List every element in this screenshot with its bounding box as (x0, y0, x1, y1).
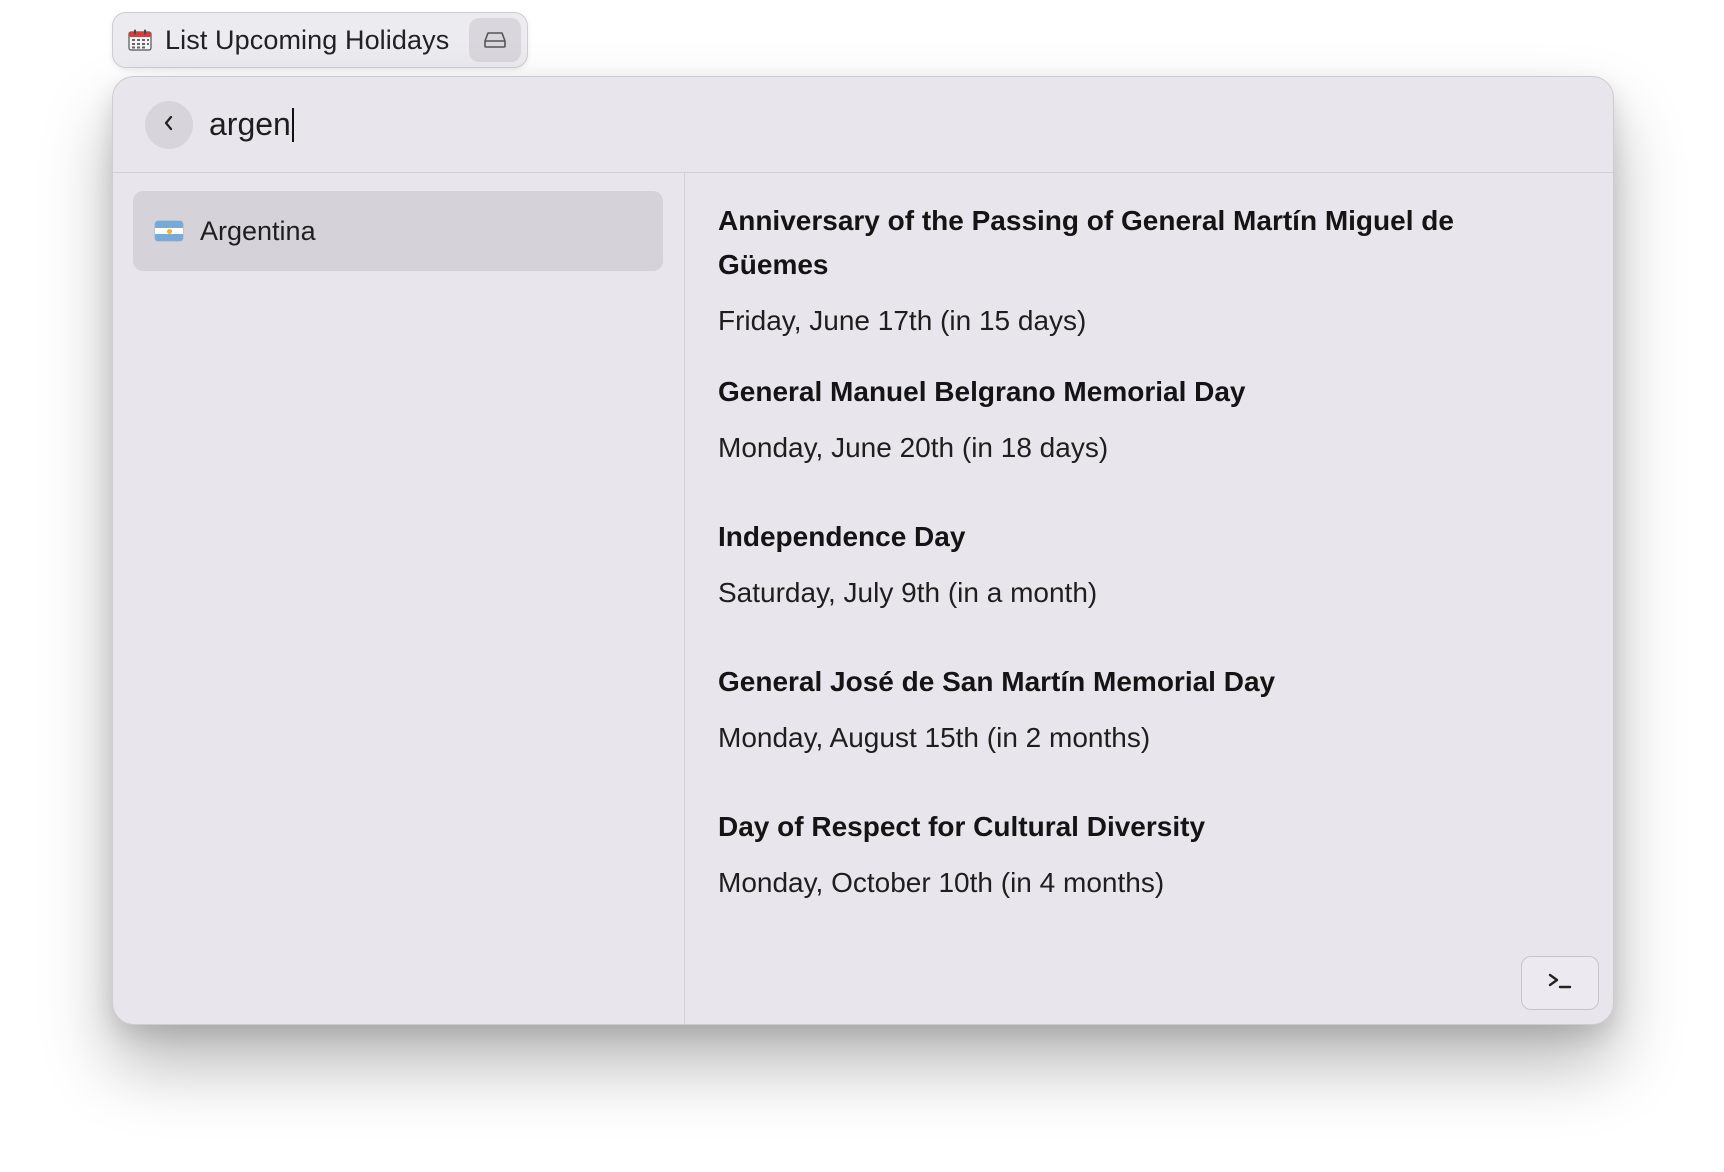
calendar-icon (127, 28, 153, 52)
back-button[interactable] (145, 101, 193, 149)
holiday-entry: General Manuel Belgrano Memorial Day Mon… (718, 370, 1538, 466)
holiday-name: Day of Respect for Cultural Diversity (718, 811, 1206, 842)
holiday-date: Monday, August 15th (in 2 months) (718, 722, 1151, 753)
text-caret (291, 107, 294, 142)
search-bar: argen (113, 77, 1613, 173)
tab-title: List Upcoming Holidays (165, 24, 450, 55)
argentina-flag-icon (155, 221, 183, 241)
holiday-name: Anniversary of the Passing of General Ma… (718, 205, 1454, 280)
terminal-icon (1547, 972, 1573, 995)
holiday-name: Independence Day (718, 521, 966, 552)
hard-drive-icon[interactable] (469, 18, 521, 62)
list-item-argentina[interactable]: Argentina (133, 191, 663, 271)
sidebar-list: Argentina (113, 173, 685, 1024)
search-input[interactable]: argen (209, 106, 294, 143)
holiday-name: General José de San Martín Memorial Day (718, 666, 1276, 697)
holiday-name: General Manuel Belgrano Memorial Day (718, 376, 1246, 407)
detail-panel: Anniversary of the Passing of General Ma… (686, 173, 1613, 1024)
holiday-entry: Day of Respect for Cultural Diversity Mo… (718, 805, 1538, 901)
holiday-entry: Anniversary of the Passing of General Ma… (718, 199, 1538, 339)
holiday-date: Friday, June 17th (in 15 days) (718, 305, 1087, 336)
holiday-date: Monday, October 10th (in 4 months) (718, 867, 1165, 898)
main-window: argen Argentina Anniversary of the Passi… (112, 76, 1614, 1025)
terminal-button[interactable] (1521, 956, 1599, 1010)
holiday-entry: General José de San Martín Memorial Day … (718, 660, 1538, 756)
command-tab[interactable]: List Upcoming Holidays (112, 12, 528, 68)
list-item-label: Argentina (200, 215, 316, 246)
holiday-date: Monday, June 20th (in 18 days) (718, 432, 1109, 463)
holiday-date: Saturday, July 9th (in a month) (718, 577, 1098, 608)
search-input-value: argen (209, 106, 291, 142)
holiday-entry: Independence Day Saturday, July 9th (in … (718, 515, 1538, 611)
chevron-left-icon (162, 114, 176, 137)
